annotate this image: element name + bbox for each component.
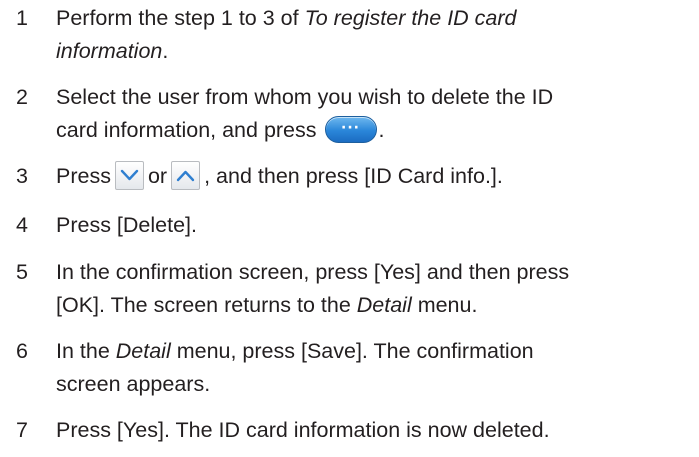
step-text-part: or (147, 164, 168, 188)
step-number: 7 (16, 418, 28, 442)
step-text: In the Detail menu, press [Save]. The co… (56, 335, 696, 401)
step-text: In the confirmation screen, press [Yes] … (56, 256, 696, 322)
step-number: 3 (16, 164, 28, 188)
step-text-part: . (378, 118, 385, 142)
step-text-part: . (162, 39, 169, 63)
step-text-part: Press [Delete]. (56, 213, 197, 237)
step-number: 2 (16, 85, 28, 109)
step-text-part: Select the user from whom you wish to de… (56, 85, 554, 109)
step-text-part: menu. (411, 293, 478, 317)
menu-reference: Detail (115, 339, 171, 363)
step-text-part: card information, and press (56, 118, 317, 142)
step-text-part: In the (56, 339, 116, 363)
step-text-part: screen appears. (56, 372, 211, 396)
step-text-part: [OK]. The screen returns to the (56, 293, 357, 317)
step-text-part: In the confirmation screen, press [Yes] … (56, 260, 570, 284)
step-number: 4 (16, 213, 28, 237)
step-text-part: Perform the step 1 to 3 of (56, 6, 305, 30)
step-text-part: Press [Yes]. The ID card information is … (56, 418, 550, 442)
step-text: Select the user from whom you wish to de… (56, 81, 696, 147)
procedure-steps: 1 Perform the step 1 to 3 of To register… (0, 0, 699, 457)
step-text-part: menu, press [Save]. The confirmation (170, 339, 534, 363)
step-text-part: , and then press [ID Card info.]. (204, 164, 503, 188)
step-number: 6 (16, 339, 28, 363)
menu-reference: Detail (356, 293, 412, 317)
scroll-up-arrow-icon (171, 160, 201, 190)
step-number: 1 (16, 6, 28, 30)
step-text: Press [Yes]. The ID card information is … (56, 414, 696, 447)
section-reference: To register the ID card (304, 6, 517, 30)
step-text: Perform the step 1 to 3 of To register t… (56, 2, 696, 68)
step-text: Press [Delete]. (56, 209, 696, 242)
ellipsis-glyph: ··· (341, 119, 361, 136)
step-text-part: Press (56, 164, 111, 188)
more-options-pill-button-icon: ··· (324, 115, 377, 143)
step-number: 5 (16, 260, 28, 284)
scroll-down-arrow-icon (114, 160, 144, 190)
section-reference: information (56, 39, 163, 63)
step-text: Press or , and then press [ID Card info.]. (56, 160, 696, 193)
